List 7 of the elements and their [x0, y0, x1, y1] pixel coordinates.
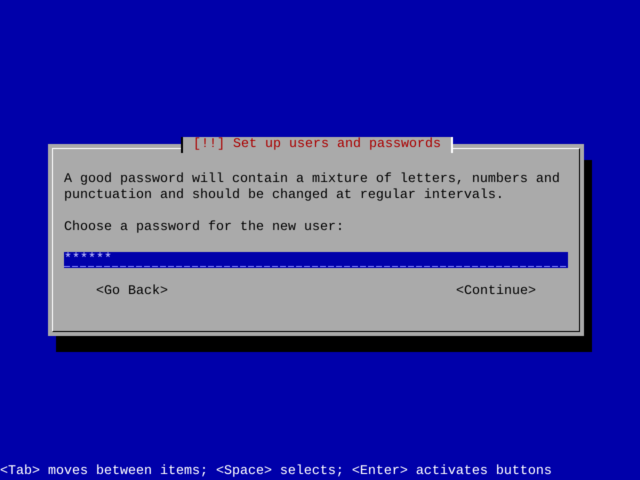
password-field[interactable]: ****** — [64, 252, 568, 268]
message-text: A good password will contain a mixture of letters, numbers and punctuation and should be changed at regular intervals. — [64, 172, 561, 204]
dialog-title: [!!] Set up users and passwords — [181, 137, 453, 153]
dialog-button[interactable]: <Go Back> — [96, 284, 168, 300]
prompt-label: Choose a password for the new user: — [64, 220, 345, 236]
dialog-button[interactable]: <Continue> — [456, 284, 536, 300]
help-line: <Tab> moves between items; <Space> selects; <Enter> activates buttons — [0, 464, 553, 480]
